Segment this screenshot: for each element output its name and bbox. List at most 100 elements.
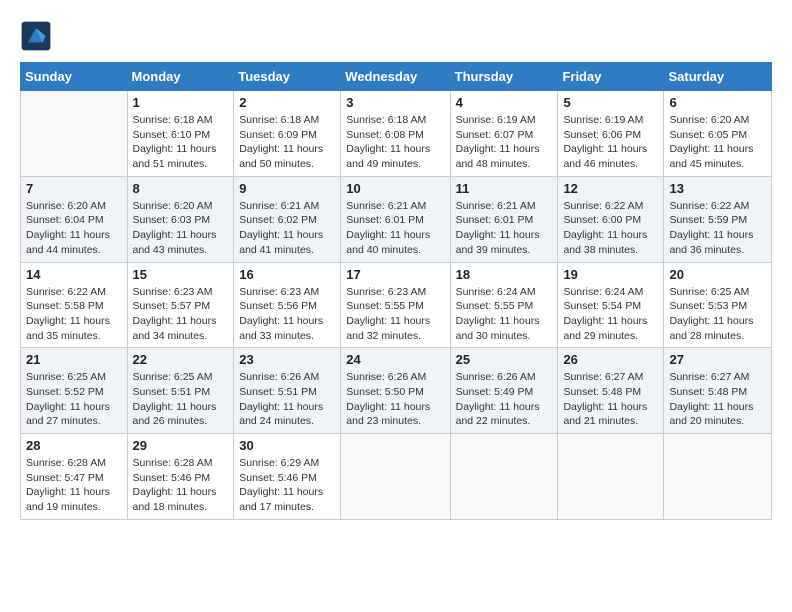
day-cell: 5Sunrise: 6:19 AMSunset: 6:06 PMDaylight… — [558, 91, 664, 177]
day-cell: 26 Sunrise: 6:27 AMSunset: 5:48 PMDayligh… — [558, 348, 664, 434]
day-info: Sunrise: 6:28 AMSunset: 5:47 PMDaylight:… — [26, 456, 122, 515]
header-cell-sunday: Sunday — [21, 63, 128, 91]
week-row-2: 7Sunrise: 6:20 AMSunset: 6:04 PMDaylight… — [21, 176, 772, 262]
week-row-4: 21 Sunrise: 6:25 AMSunset: 5:52 PMDayligh… — [21, 348, 772, 434]
day-info: Sunrise: 6:26 AMSunset: 5:49 PMDaylight:… — [456, 370, 553, 429]
day-cell: 15 Sunrise: 6:23 AMSunset: 5:57 PMDayligh… — [127, 262, 234, 348]
day-info: Sunrise: 6:23 AMSunset: 5:57 PMDaylight:… — [133, 285, 229, 344]
header-cell-wednesday: Wednesday — [341, 63, 450, 91]
day-info: Sunrise: 6:20 AMSunset: 6:03 PMDaylight:… — [133, 199, 229, 258]
day-number: 13 — [669, 181, 766, 196]
day-number: 14 — [26, 267, 122, 282]
day-number: 4 — [456, 95, 553, 110]
header-cell-thursday: Thursday — [450, 63, 558, 91]
week-row-1: 1 Sunrise: 6:18 AMSunset: 6:10 PMDaylight… — [21, 91, 772, 177]
day-info: Sunrise: 6:21 AMSunset: 6:02 PMDaylight:… — [239, 199, 335, 258]
day-info: Sunrise: 6:18 AMSunset: 6:10 PMDaylight:… — [133, 113, 229, 172]
day-number: 15 — [133, 267, 229, 282]
day-number: 22 — [133, 352, 229, 367]
day-cell — [450, 434, 558, 520]
calendar-table: SundayMondayTuesdayWednesdayThursdayFrid… — [20, 62, 772, 520]
day-info: Sunrise: 6:27 AMSunset: 5:48 PMDaylight:… — [669, 370, 766, 429]
day-cell: 20 Sunrise: 6:25 AMSunset: 5:53 PMDayligh… — [664, 262, 772, 348]
day-info: Sunrise: 6:23 AMSunset: 5:56 PMDaylight:… — [239, 285, 335, 344]
day-cell — [21, 91, 128, 177]
day-info: Sunrise: 6:29 AMSunset: 5:46 PMDaylight:… — [239, 456, 335, 515]
header-cell-saturday: Saturday — [664, 63, 772, 91]
calendar-body: 1 Sunrise: 6:18 AMSunset: 6:10 PMDaylight… — [21, 91, 772, 520]
day-number: 9 — [239, 181, 335, 196]
day-info: Sunrise: 6:19 AMSunset: 6:07 PMDaylight:… — [456, 113, 553, 172]
day-number: 30 — [239, 438, 335, 453]
day-info: Sunrise: 6:18 AMSunset: 6:09 PMDaylight:… — [239, 113, 335, 172]
day-info: Sunrise: 6:22 AMSunset: 5:59 PMDaylight:… — [669, 199, 766, 258]
day-number: 20 — [669, 267, 766, 282]
week-row-3: 14 Sunrise: 6:22 AMSunset: 5:58 PMDayligh… — [21, 262, 772, 348]
day-number: 8 — [133, 181, 229, 196]
day-info: Sunrise: 6:27 AMSunset: 5:48 PMDaylight:… — [563, 370, 658, 429]
day-cell: 14 Sunrise: 6:22 AMSunset: 5:58 PMDayligh… — [21, 262, 128, 348]
day-info: Sunrise: 6:20 AMSunset: 6:05 PMDaylight:… — [669, 113, 766, 172]
day-cell: 27 Sunrise: 6:27 AMSunset: 5:48 PMDayligh… — [664, 348, 772, 434]
day-number: 1 — [133, 95, 229, 110]
day-info: Sunrise: 6:28 AMSunset: 5:46 PMDaylight:… — [133, 456, 229, 515]
week-row-5: 28 Sunrise: 6:28 AMSunset: 5:47 PMDayligh… — [21, 434, 772, 520]
day-number: 24 — [346, 352, 444, 367]
day-number: 16 — [239, 267, 335, 282]
day-info: Sunrise: 6:24 AMSunset: 5:55 PMDaylight:… — [456, 285, 553, 344]
day-cell: 29 Sunrise: 6:28 AMSunset: 5:46 PMDayligh… — [127, 434, 234, 520]
day-number: 3 — [346, 95, 444, 110]
day-cell: 17Sunrise: 6:23 AMSunset: 5:55 PMDayligh… — [341, 262, 450, 348]
day-number: 19 — [563, 267, 658, 282]
day-cell: 9 Sunrise: 6:21 AMSunset: 6:02 PMDaylight… — [234, 176, 341, 262]
day-info: Sunrise: 6:19 AMSunset: 6:06 PMDaylight:… — [563, 113, 658, 172]
day-number: 23 — [239, 352, 335, 367]
logo — [20, 20, 56, 52]
day-cell: 19 Sunrise: 6:24 AMSunset: 5:54 PMDayligh… — [558, 262, 664, 348]
day-number: 6 — [669, 95, 766, 110]
day-info: Sunrise: 6:20 AMSunset: 6:04 PMDaylight:… — [26, 199, 122, 258]
day-number: 29 — [133, 438, 229, 453]
calendar-header: SundayMondayTuesdayWednesdayThursdayFrid… — [21, 63, 772, 91]
day-number: 27 — [669, 352, 766, 367]
day-cell: 12Sunrise: 6:22 AMSunset: 6:00 PMDayligh… — [558, 176, 664, 262]
day-info: Sunrise: 6:22 AMSunset: 5:58 PMDaylight:… — [26, 285, 122, 344]
header — [20, 20, 772, 52]
day-cell: 6 Sunrise: 6:20 AMSunset: 6:05 PMDaylight… — [664, 91, 772, 177]
day-info: Sunrise: 6:25 AMSunset: 5:53 PMDaylight:… — [669, 285, 766, 344]
day-number: 18 — [456, 267, 553, 282]
day-number: 25 — [456, 352, 553, 367]
day-info: Sunrise: 6:21 AMSunset: 6:01 PMDaylight:… — [456, 199, 553, 258]
day-number: 26 — [563, 352, 658, 367]
day-cell: 11 Sunrise: 6:21 AMSunset: 6:01 PMDayligh… — [450, 176, 558, 262]
day-cell: 1 Sunrise: 6:18 AMSunset: 6:10 PMDaylight… — [127, 91, 234, 177]
header-row: SundayMondayTuesdayWednesdayThursdayFrid… — [21, 63, 772, 91]
day-cell: 22Sunrise: 6:25 AMSunset: 5:51 PMDayligh… — [127, 348, 234, 434]
day-cell: 8 Sunrise: 6:20 AMSunset: 6:03 PMDaylight… — [127, 176, 234, 262]
header-cell-friday: Friday — [558, 63, 664, 91]
header-cell-monday: Monday — [127, 63, 234, 91]
day-cell: 23 Sunrise: 6:26 AMSunset: 5:51 PMDayligh… — [234, 348, 341, 434]
day-info: Sunrise: 6:25 AMSunset: 5:52 PMDaylight:… — [26, 370, 122, 429]
day-cell: 25 Sunrise: 6:26 AMSunset: 5:49 PMDayligh… — [450, 348, 558, 434]
header-cell-tuesday: Tuesday — [234, 63, 341, 91]
day-cell: 30 Sunrise: 6:29 AMSunset: 5:46 PMDayligh… — [234, 434, 341, 520]
day-number: 28 — [26, 438, 122, 453]
day-number: 21 — [26, 352, 122, 367]
day-cell — [664, 434, 772, 520]
day-cell: 3 Sunrise: 6:18 AMSunset: 6:08 PMDaylight… — [341, 91, 450, 177]
day-cell: 18 Sunrise: 6:24 AMSunset: 5:55 PMDayligh… — [450, 262, 558, 348]
day-number: 10 — [346, 181, 444, 196]
day-cell: 2Sunrise: 6:18 AMSunset: 6:09 PMDaylight… — [234, 91, 341, 177]
day-number: 12 — [563, 181, 658, 196]
day-cell — [558, 434, 664, 520]
day-cell: 10 Sunrise: 6:21 AMSunset: 6:01 PMDayligh… — [341, 176, 450, 262]
day-number: 11 — [456, 181, 553, 196]
day-info: Sunrise: 6:24 AMSunset: 5:54 PMDaylight:… — [563, 285, 658, 344]
day-cell: 4 Sunrise: 6:19 AMSunset: 6:07 PMDaylight… — [450, 91, 558, 177]
day-info: Sunrise: 6:23 AMSunset: 5:55 PMDaylight:… — [346, 285, 444, 344]
day-info: Sunrise: 6:26 AMSunset: 5:51 PMDaylight:… — [239, 370, 335, 429]
day-info: Sunrise: 6:21 AMSunset: 6:01 PMDaylight:… — [346, 199, 444, 258]
day-info: Sunrise: 6:18 AMSunset: 6:08 PMDaylight:… — [346, 113, 444, 172]
logo-icon — [20, 20, 52, 52]
